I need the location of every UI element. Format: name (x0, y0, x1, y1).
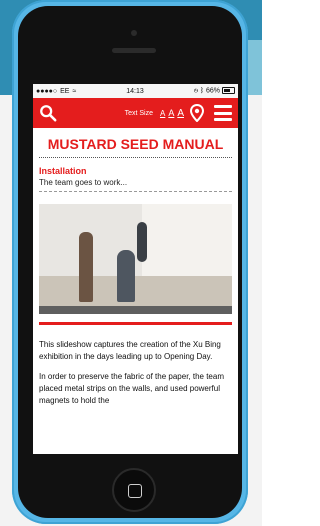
battery-icon (221, 87, 235, 95)
bluetooth-icon: ᛒ (199, 87, 205, 95)
text-size-small-button[interactable]: A (160, 109, 165, 118)
app-header: Text Size A A A (33, 98, 238, 128)
slideshow-caption-bar (39, 306, 232, 314)
alarm-icon: ◷ (193, 87, 198, 95)
battery-percent: 66% (206, 87, 221, 95)
home-square-icon (128, 484, 142, 498)
section-heading: Installation (39, 166, 87, 176)
wifi-icon: ≈ (72, 87, 77, 95)
signal-dots-icon: ●●●●○ (36, 87, 58, 95)
page-title: MUSTARD SEED MANUAL (39, 128, 232, 158)
paragraph: In order to preserve the fabric of the p… (39, 372, 224, 405)
menu-icon[interactable] (214, 105, 232, 121)
paragraph: This slideshow captures the creation of … (39, 340, 221, 361)
text-size-label: Text Size (124, 109, 153, 117)
status-time: 14:13 (126, 87, 144, 95)
home-button[interactable] (112, 468, 156, 512)
carrier-group: ●●●●○ EE ≈ (36, 88, 76, 95)
slideshow-photo[interactable] (39, 204, 232, 314)
text-size-large-button[interactable]: A (177, 108, 184, 119)
status-right: ◷ ᛒ 66% (193, 87, 235, 95)
page-content: MUSTARD SEED MANUAL Installation The tea… (33, 128, 238, 407)
front-camera (131, 30, 137, 36)
carrier-name: EE (60, 87, 70, 95)
search-icon[interactable] (39, 104, 57, 122)
text-size-medium-button[interactable]: A (168, 108, 174, 118)
earpiece-speaker (112, 48, 156, 53)
divider (39, 322, 232, 325)
phone-screen: ●●●●○ EE ≈ 14:13 ◷ ᛒ 66% Text Size A A A… (33, 84, 238, 454)
location-pin-icon[interactable] (190, 104, 204, 122)
section-subtitle: The team goes to work... (39, 178, 232, 192)
status-bar: ●●●●○ EE ≈ 14:13 ◷ ᛒ 66% (33, 84, 238, 98)
